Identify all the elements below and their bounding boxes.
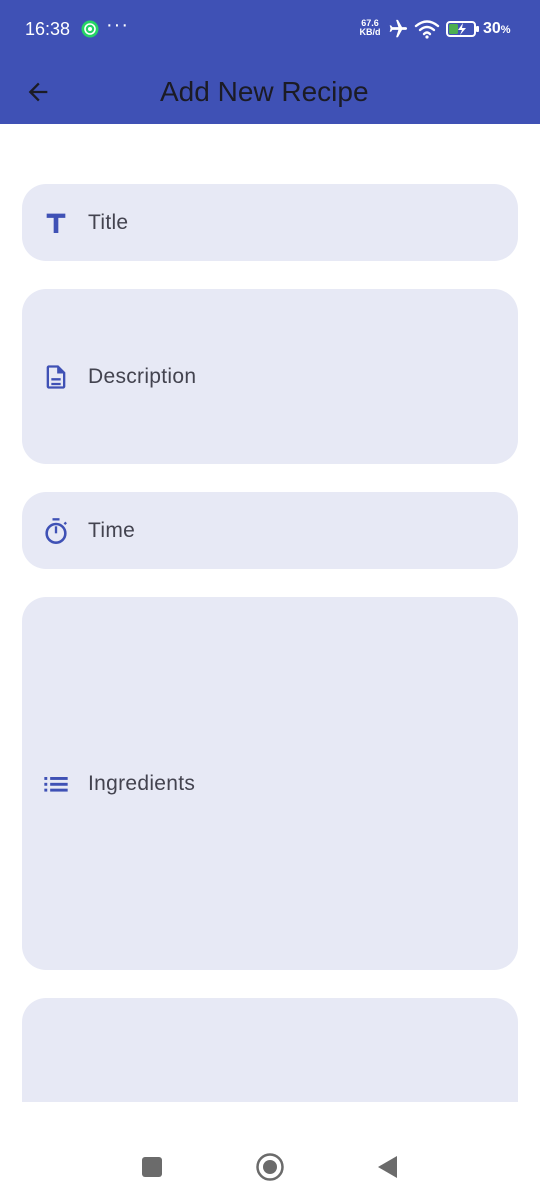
- description-field-label: Description: [88, 364, 197, 388]
- title-field[interactable]: Title: [22, 184, 518, 261]
- whatsapp-icon: [81, 20, 99, 38]
- title-text-icon: [46, 213, 66, 233]
- app-bar: Add New Recipe: [0, 60, 540, 124]
- wifi-icon: [414, 20, 440, 39]
- list-icon: [44, 776, 68, 792]
- back-triangle-icon: [378, 1156, 397, 1178]
- timer-icon: [45, 517, 67, 544]
- back-button[interactable]: [14, 68, 62, 116]
- recents-square-icon: [142, 1157, 162, 1177]
- page-title: Add New Recipe: [160, 76, 369, 107]
- top-bar: 16:38 ··· 67.6 KB/d 30% Add New Recipe: [0, 0, 540, 124]
- time-field-label: Time: [88, 518, 136, 542]
- network-rate-unit: KB/d: [359, 27, 381, 37]
- ingredients-field[interactable]: Ingredients: [22, 597, 518, 970]
- home-circle-icon: [256, 1153, 284, 1181]
- description-field[interactable]: Description: [22, 289, 518, 464]
- battery-charging-icon: [446, 21, 479, 37]
- airplane-mode-icon: [389, 19, 408, 38]
- battery-unit: %: [500, 24, 511, 36]
- network-rate: 67.6 KB/d: [358, 19, 382, 37]
- ingredients-field-label: Ingredients: [88, 771, 196, 795]
- more-notifications-icon: ···: [106, 14, 129, 36]
- system-back-button[interactable]: [370, 1150, 404, 1184]
- time-field[interactable]: Time: [22, 492, 518, 569]
- document-icon: [46, 364, 66, 389]
- home-button[interactable]: [253, 1150, 287, 1184]
- status-time: 16:38: [25, 19, 71, 39]
- arrow-left-icon: [28, 82, 48, 102]
- status-bar: 16:38 ··· 67.6 KB/d 30%: [0, 0, 540, 60]
- title-field-label: Title: [88, 210, 129, 234]
- recents-button[interactable]: [135, 1150, 169, 1184]
- system-nav-bar: [0, 1102, 540, 1200]
- battery-value: 30: [483, 20, 501, 37]
- battery-percent: 30%: [483, 20, 511, 38]
